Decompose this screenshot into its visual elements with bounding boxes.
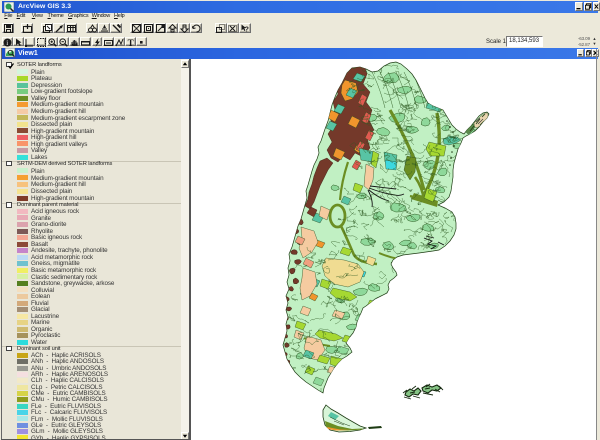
svg-text:i: i [6, 39, 8, 47]
svg-text:T: T [128, 38, 134, 47]
svg-text:?: ? [245, 26, 249, 33]
